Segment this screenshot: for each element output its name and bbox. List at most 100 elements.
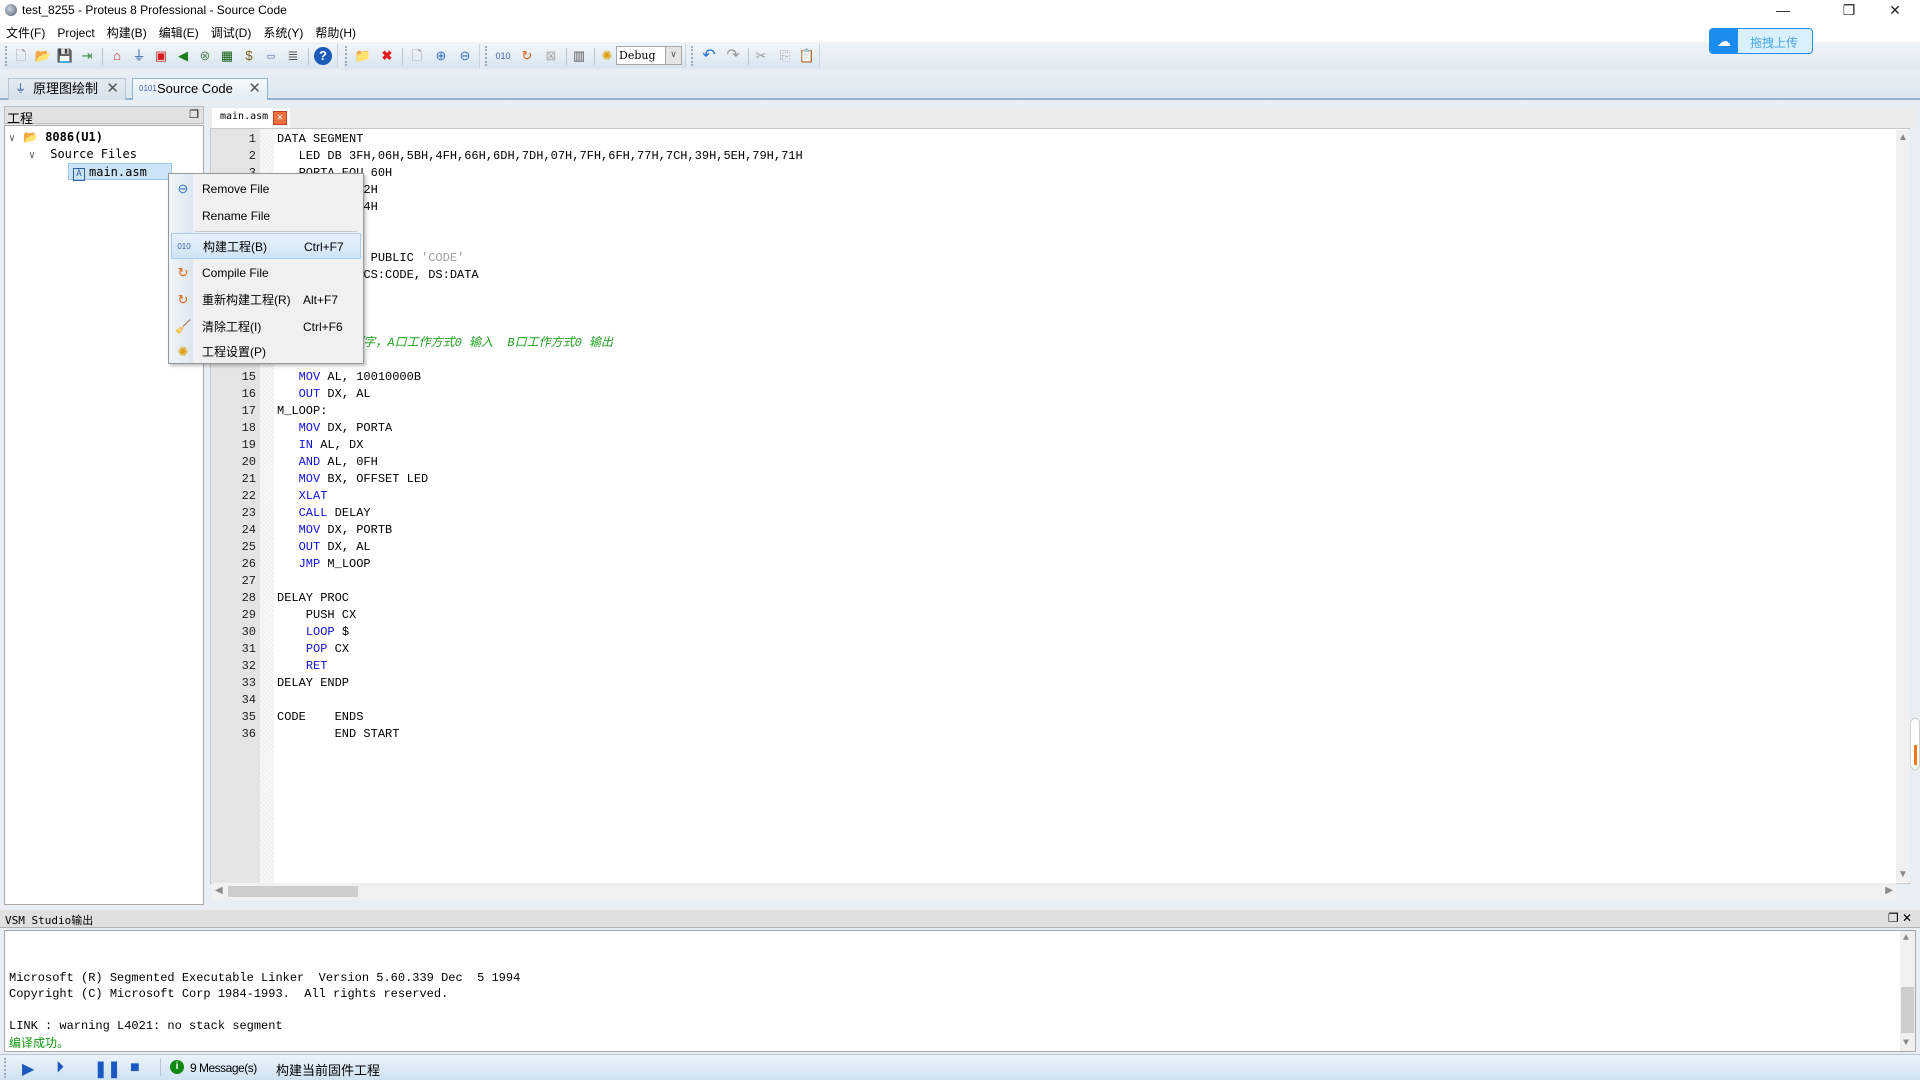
editor-tab-main-asm[interactable]: main.asm ✕ [212,108,290,128]
scroll-down-icon[interactable]: ▼ [1898,869,1908,880]
scroll-down-icon[interactable]: ▼ [1903,1038,1909,1049]
line-number: 19 [241,438,256,452]
line-number: 28 [241,591,256,605]
menu-item-clean-project[interactable]: 🧹 清除工程(I) Ctrl+F6 [171,314,361,340]
play-icon[interactable]: ▶ [22,1059,34,1079]
line-number: 18 [241,421,256,435]
tree-node-main-asm[interactable]: Amain.asm [68,163,172,181]
scroll-right-icon[interactable]: ▶ [1885,885,1893,896]
line-number: 24 [241,523,256,537]
menu-project[interactable]: Project [51,24,100,40]
close-icon[interactable]: ✕ [106,79,119,99]
save-icon[interactable]: 💾 [56,47,74,65]
output-panel-header: VSM Studio输出 ❐ ✕ [0,910,1920,928]
menu-debug[interactable]: 调试(D) [205,22,258,41]
pause-icon[interactable]: ❚❚ [94,1059,121,1079]
help-icon[interactable]: ? [314,47,332,65]
menu-system[interactable]: 系统(Y) [257,22,309,41]
redo-icon[interactable]: ↷ [724,47,742,65]
3d-viewer-icon[interactable]: ◀ [174,47,192,65]
chevron-down-icon[interactable]: ∨ [665,47,681,64]
clean-project-icon[interactable]: ⊠ [542,47,560,65]
code-editor[interactable]: 1 DATA SEGMENT 2 LED DB 3FH,06H,5BH,4FH,66… [210,128,1910,884]
home-icon[interactable]: ⌂ [108,47,126,65]
chevron-down-icon[interactable]: ∨ [29,147,43,164]
build-config-select[interactable]: Debug ∨ [616,46,682,65]
line-number: 15 [241,370,256,384]
remove-source-icon[interactable]: ⊖ [456,47,474,65]
stop-icon[interactable]: ■ [130,1059,140,1077]
pcb-icon[interactable]: ▣ [152,47,170,65]
delete-icon[interactable]: ✖ [378,47,396,65]
menu-item-compile-file[interactable]: ↻ Compile File [171,260,361,286]
tab-label: Source Code [157,81,233,96]
minimize-button[interactable]: — [1760,0,1806,22]
restore-button[interactable]: ❐ [1826,0,1872,22]
line-number: 32 [241,659,256,673]
tree-node-processor[interactable]: ∨ 📂 8086(U1) [9,129,103,146]
menu-file[interactable]: 文件(F) [0,22,51,41]
chevron-down-icon[interactable]: ∨ [9,130,23,147]
close-icon[interactable]: ✕ [273,111,287,125]
menu-item-build-project[interactable]: 010 构建工程(B) Ctrl+F7 [171,233,361,259]
scroll-up-icon[interactable]: ▲ [1903,933,1909,944]
close-icon[interactable]: ✕ [248,79,261,99]
chip-icon[interactable]: ▥ [570,47,588,65]
scroll-left-icon[interactable]: ◀ [215,885,223,896]
line-text: MOV BX, OFFSET LED [298,472,429,486]
editor-horizontal-scrollbar[interactable]: ◀ ▶ [212,883,1896,900]
bom-icon[interactable]: $ [240,47,258,65]
float-pane-icon[interactable]: ❐ [189,108,199,121]
scroll-thumb[interactable] [228,886,358,897]
scroll-up-icon[interactable]: ▲ [1898,132,1908,143]
build-project-icon[interactable]: 010 [494,47,512,65]
gerber-icon[interactable]: ⊗ [196,47,214,65]
line-text: END START [277,727,400,741]
menu-help[interactable]: 帮助(H) [309,22,362,41]
messages-count[interactable]: 9 Message(s) [190,1061,257,1075]
tab-schematic[interactable]: ⏚ 原理图绘制 ✕ [8,78,126,100]
menu-item-project-settings[interactable]: ✺ 工程设置(P) [171,339,361,365]
line-text: CALL DELAY [298,506,371,520]
new-source-icon[interactable]: 🗋 [408,47,426,65]
new-file-icon[interactable]: 🗋 [12,47,30,65]
step-icon[interactable]: ⏵ [56,1059,64,1077]
add-source-icon[interactable]: ⊕ [432,47,450,65]
close-window-button[interactable]: ✕ [1872,0,1918,22]
cut-icon[interactable]: ✂ [752,47,770,65]
rebuild-icon[interactable]: ↻ [518,47,536,65]
line-text: DATA SEGMENT [277,132,364,146]
tab-source-code[interactable]: 0101 Source Code ✕ [132,78,268,100]
output-line: Copyright (C) Microsoft Corp 1984-1993. … [9,987,449,1001]
line-text: DELAY PROC [277,591,350,605]
open-folder-icon[interactable]: 📂 [34,47,52,65]
float-pane-icon[interactable]: ❐ [1888,911,1899,925]
output-vertical-scrollbar[interactable]: ▲ ▼ [1900,931,1915,1051]
menu-item-rename-file[interactable]: Rename File [171,203,361,229]
scroll-thumb[interactable] [1901,987,1914,1033]
schematic-icon[interactable]: ⏚ [130,47,148,65]
copy-icon[interactable]: ⎘ [776,47,794,65]
source-code-icon[interactable]: ▭ [262,47,280,65]
floating-side-widget[interactable] [1910,718,1920,770]
menu-item-rebuild-project[interactable]: ↻ 重新构建工程(R) Alt+F7 [171,287,361,313]
close-icon[interactable]: ✕ [1902,911,1912,925]
editor-vertical-scrollbar[interactable]: ▲ ▼ [1896,130,1910,882]
menu-edit[interactable]: 编辑(E) [153,22,205,41]
project-pane-header: 工程 ❐ [4,106,204,126]
design-explorer-icon[interactable]: ▦ [218,47,236,65]
line-number: 31 [241,642,256,656]
paste-icon[interactable]: 📋 [798,47,816,65]
close-project-icon[interactable]: ⇥ [78,47,96,65]
output-log[interactable]: Microsoft (R) Segmented Executable Linke… [4,930,1916,1052]
tree-node-source-files[interactable]: ∨ Source Files [29,146,137,163]
undo-icon[interactable]: ↶ [700,47,718,65]
menu-item-remove-file[interactable]: ⊖ Remove File [171,176,361,202]
notes-icon[interactable]: ≣ [284,47,302,65]
build-icon: 010 [177,242,191,251]
toolbar-grip[interactable] [5,46,7,66]
menu-build[interactable]: 构建(B) [101,22,153,41]
add-folder-icon[interactable]: 📁 [354,47,372,65]
editor-tab-strip [209,106,1914,128]
baidu-upload-widget[interactable]: ☁ 拖拽上传 [1709,28,1813,54]
